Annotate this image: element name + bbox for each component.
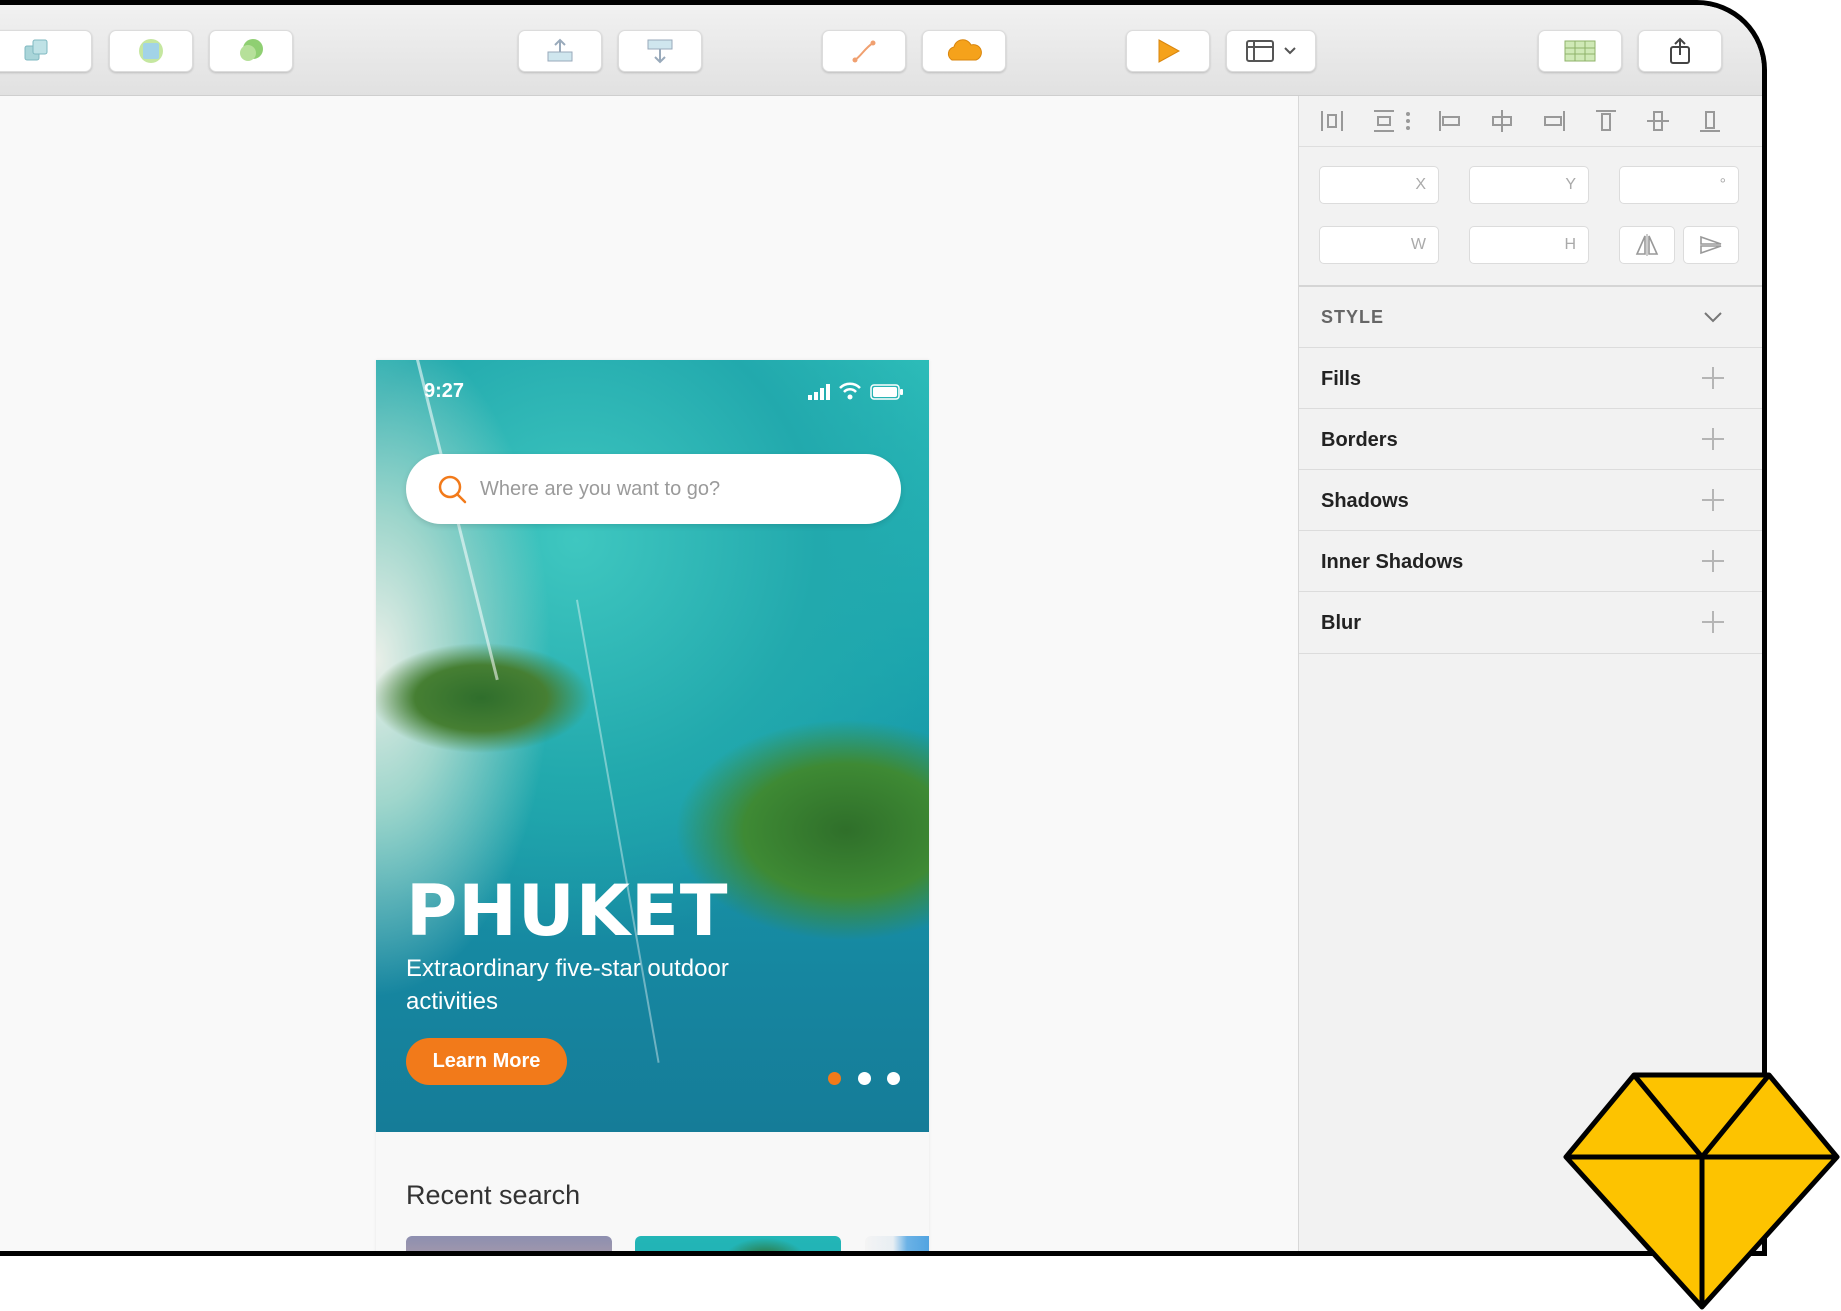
flip-horizontal-icon [1635,234,1659,256]
add-border-icon[interactable] [1702,428,1724,450]
learn-more-button[interactable]: Learn More [406,1038,567,1085]
align-right-icon[interactable] [1541,108,1567,134]
align-top-icon[interactable] [1593,108,1619,134]
union-icon [139,39,163,63]
toolbar [0,5,1762,96]
x-field[interactable]: X [1319,166,1439,204]
grid-button[interactable] [1538,30,1622,72]
blur-label: Blur [1321,612,1361,634]
shadows-section[interactable]: Shadows [1299,469,1762,531]
fills-label: Fills [1321,368,1362,390]
group-button[interactable] [0,30,92,72]
distribute-horizontal-icon[interactable] [1319,108,1345,134]
group-icon [24,39,48,61]
width-field[interactable]: W [1319,226,1439,264]
preview-button[interactable] [1126,30,1210,72]
preview-play-icon [1158,39,1181,63]
status-time: 9:27 [424,380,465,402]
grid-icon [1564,40,1596,62]
recent-search-title: Recent search [406,1180,581,1210]
cloud-button[interactable] [922,30,1006,72]
sketch-diamond-logo [1563,1072,1840,1310]
distribute-vertical-icon[interactable] [1371,108,1397,134]
rotation-field-label: ° [1719,176,1726,193]
add-blur-icon[interactable] [1702,611,1724,633]
recent-thumb-sunset[interactable] [406,1236,612,1251]
flip-horizontal-button[interactable] [1619,226,1675,264]
blur-section[interactable]: Blur [1299,591,1762,654]
union-button[interactable] [109,30,193,72]
battery-icon [870,384,903,400]
hero-subtitle: Extraordinary five-star outdoor activiti… [406,955,729,1015]
y-field[interactable]: Y [1469,166,1589,204]
borders-label: Borders [1321,429,1398,451]
inner-shadows-label: Inner Shadows [1321,551,1464,573]
add-shadow-icon[interactable] [1702,489,1724,511]
add-fill-icon[interactable] [1702,367,1724,389]
view-button[interactable] [1226,30,1316,72]
borders-section[interactable]: Borders [1299,408,1762,470]
share-button[interactable] [1638,30,1722,72]
carousel-dot[interactable] [858,1072,871,1085]
move-forward-button[interactable] [518,30,602,72]
recent-thumb-building[interactable] [865,1236,929,1251]
style-header-label: STYLE [1321,307,1385,327]
flip-vertical-icon [1700,235,1722,255]
fills-section[interactable]: Fills [1299,347,1762,409]
align-middle-vertical-icon[interactable] [1645,108,1671,134]
chevron-down-icon[interactable] [1702,309,1724,325]
search-placeholder: Where are you want to go? [480,477,721,500]
signal-icon [808,384,830,400]
shadows-label: Shadows [1321,490,1409,512]
align-left-icon[interactable] [1437,108,1463,134]
hero-banner: 9:27 Where are you want to go? PHUKET Ex… [376,360,929,1132]
vector-button[interactable] [822,30,906,72]
y-field-label: Y [1565,176,1576,193]
cloud-icon [947,39,982,61]
add-inner-shadow-icon[interactable] [1702,550,1724,572]
rotation-field[interactable]: ° [1619,166,1739,204]
app-window: 9:27 Where are you want to go? PHUKET Ex… [0,0,1767,1256]
view-layout-icon [1246,40,1296,62]
search-bar[interactable]: Where are you want to go? [406,454,901,524]
inner-shadows-section[interactable]: Inner Shadows [1299,530,1762,592]
hero-title: PHUKET [406,870,729,952]
vector-path-icon [852,40,876,63]
search-icon [438,475,467,504]
x-field-label: X [1415,176,1426,193]
height-field-label: H [1564,236,1576,253]
move-backward-button[interactable] [618,30,702,72]
alignment-toolbar [1299,96,1762,147]
canvas[interactable]: 9:27 Where are you want to go? PHUKET Ex… [0,96,1298,1251]
mask-icon [240,39,263,61]
move-backward-icon [647,39,673,64]
share-export-icon [1670,37,1690,64]
recent-thumb-island[interactable] [635,1236,841,1251]
artboard-phone[interactable]: 9:27 Where are you want to go? PHUKET Ex… [376,360,929,1251]
carousel-dot[interactable] [887,1072,900,1085]
carousel-dot-active[interactable] [828,1072,841,1085]
more-icon[interactable] [1403,108,1413,134]
wifi-icon [839,382,861,400]
style-header[interactable]: STYLE [1299,285,1762,348]
align-bottom-icon[interactable] [1697,108,1723,134]
align-center-horizontal-icon[interactable] [1489,108,1515,134]
mask-button[interactable] [209,30,293,72]
move-forward-icon [547,38,573,62]
flip-vertical-button[interactable] [1683,226,1739,264]
height-field[interactable]: H [1469,226,1589,264]
width-field-label: W [1410,236,1426,253]
